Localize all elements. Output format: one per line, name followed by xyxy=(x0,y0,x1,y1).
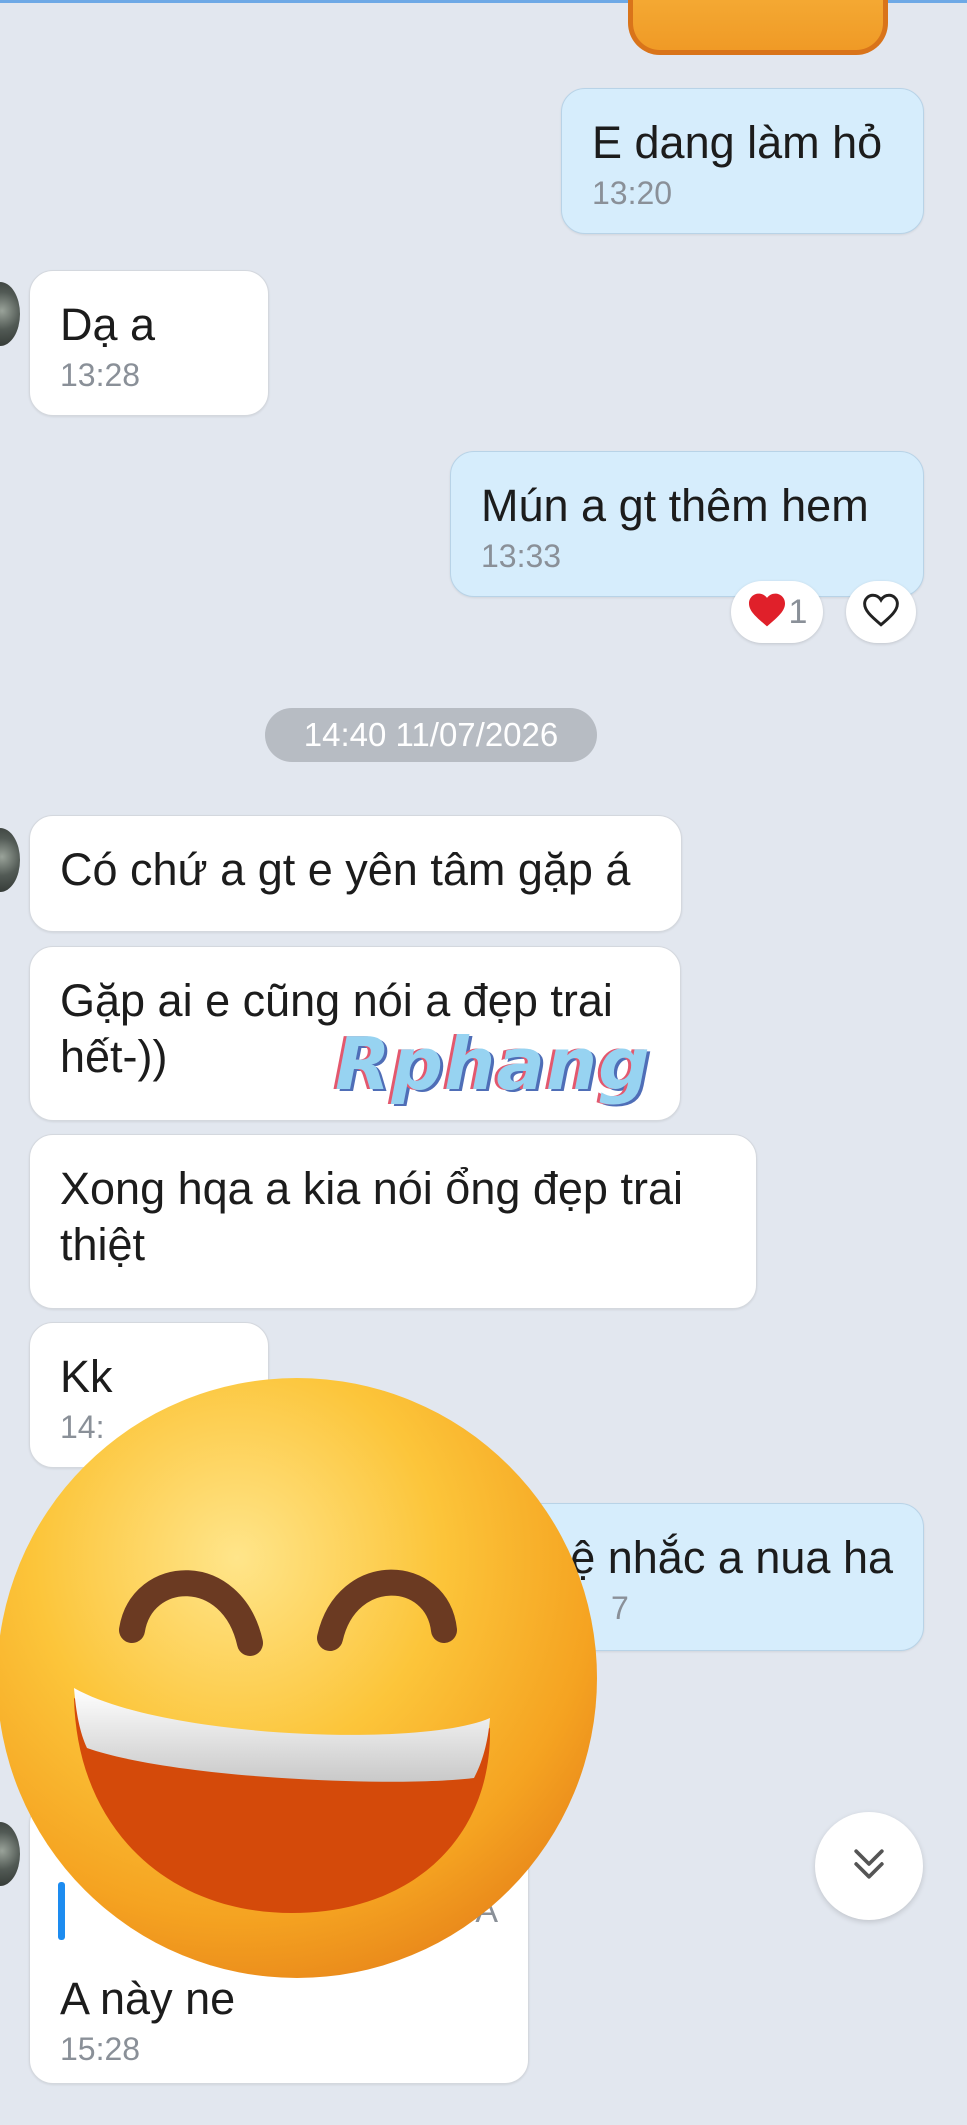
message-time: 13:28 xyxy=(60,357,141,393)
avatar[interactable] xyxy=(0,828,20,892)
scroll-to-bottom-button[interactable] xyxy=(815,1812,923,1920)
message-bubble-incoming[interactable]: Dạ a 13:28 xyxy=(29,270,269,416)
message-bubble-outgoing[interactable]: E dang làm hỏ 13:20 xyxy=(561,88,924,234)
heart-outline-icon xyxy=(861,592,901,633)
message-text: Mún a gt thêm hem xyxy=(481,480,869,531)
message-text: Có chứ a gt e yên tâm gặp á xyxy=(60,844,631,895)
message-time: 15:28 xyxy=(60,2031,141,2067)
watermark-logo: Rphang xyxy=(335,1022,651,1106)
heart-filled-icon xyxy=(747,592,787,633)
message-time: 13:33 xyxy=(481,538,562,574)
message-text: Xong hqa a kia nói ổng đẹp trai thiệt xyxy=(60,1163,683,1270)
react-button[interactable] xyxy=(846,581,916,643)
message-text: Dạ a xyxy=(60,299,156,350)
sticker-partial[interactable] xyxy=(628,0,888,55)
grinning-face-emoji xyxy=(0,1368,602,1988)
message-bubble-incoming[interactable]: Có chứ a gt e yên tâm gặp á xyxy=(29,815,682,932)
message-bubble-outgoing[interactable]: Mún a gt thêm hem 13:33 xyxy=(450,451,924,597)
date-separator: 14:40 11/07/2026 xyxy=(265,708,597,762)
message-time: 13:20 xyxy=(592,175,673,211)
double-chevron-down-icon xyxy=(847,1842,891,1891)
message-bubble-incoming[interactable]: Xong hqa a kia nói ổng đẹp trai thiệt xyxy=(29,1134,757,1309)
reaction-count: 1 xyxy=(788,592,808,631)
avatar[interactable] xyxy=(0,282,20,346)
message-text: E dang làm hỏ xyxy=(592,117,883,168)
message-text: ệ nhắc a nua ha xyxy=(570,1532,893,1583)
reaction-badge[interactable]: 1 xyxy=(731,581,823,643)
